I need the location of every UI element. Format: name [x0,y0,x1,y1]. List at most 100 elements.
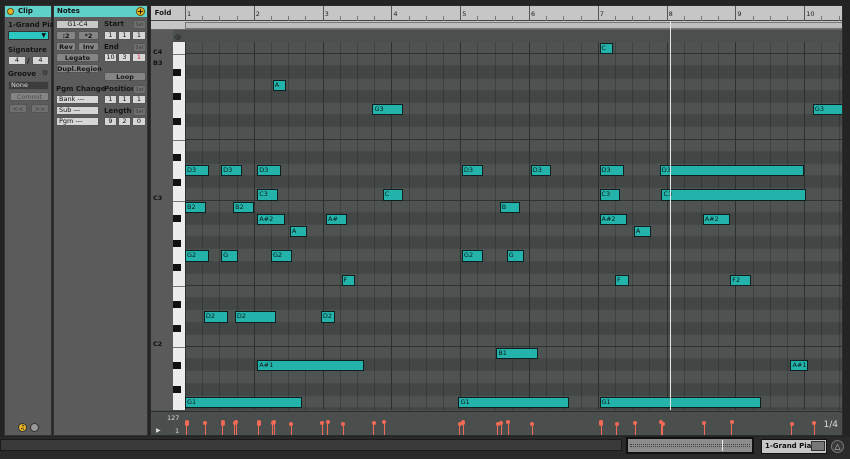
preview-headphones-icon[interactable]: ◎ [175,33,181,41]
grid-row[interactable] [185,371,842,384]
midi-note-f2[interactable]: F [615,274,629,286]
midi-note-g3[interactable]: G3 [812,104,842,116]
midi-note-g2[interactable]: G2 [185,250,210,262]
signature-denominator[interactable]: 4 [32,56,49,65]
black-key[interactable] [173,215,181,223]
velocity-handle[interactable] [506,420,511,424]
grid-row[interactable] [185,334,842,347]
velocity-handle[interactable] [203,421,208,425]
bar-number-6[interactable]: 6 [531,10,535,18]
double-time-button[interactable]: *2 [78,31,99,40]
bar-number-2[interactable]: 2 [256,10,260,18]
bar-number-4[interactable]: 4 [393,10,397,18]
velocity-stem[interactable] [507,422,509,435]
grid-row[interactable] [185,176,842,189]
grid-row[interactable] [185,322,842,335]
midi-note-d2[interactable]: D2 [203,311,228,323]
loop-button[interactable]: Loop [104,72,146,81]
velocity-handle[interactable] [660,422,665,426]
midi-note-asharp2[interactable]: A#2 [599,213,628,225]
midi-note-f2[interactable]: F [341,274,356,286]
velocity-handle[interactable] [325,420,330,424]
sub-bank-field[interactable]: Sub --- [56,106,99,115]
black-key[interactable] [173,68,181,76]
black-key[interactable] [173,154,181,162]
length-bar-field[interactable]: 9 [104,117,117,126]
black-key[interactable] [173,361,181,369]
play-icon[interactable]: ▶ [156,427,161,434]
invert-button[interactable]: Inv [78,42,99,51]
clip-activator-icon[interactable] [7,8,14,15]
beat-time-ruler[interactable]: Fold 1 2 3 4 5 6 7 8 9 10 [151,6,842,21]
end-bar-field[interactable]: 10 [104,53,117,62]
half-time-button[interactable]: :2 [56,31,76,40]
black-key[interactable] [173,239,181,247]
midi-note-asharp2[interactable]: A#2 [702,213,731,225]
start-sixteenth-field[interactable]: 1 [132,31,146,40]
grid-row[interactable] [185,237,842,250]
velocity-handle[interactable] [371,421,376,425]
duplicate-region-button[interactable]: Dupl.Region [56,64,102,73]
clip-color-dropdown[interactable]: ▼ [8,31,49,40]
velocity-handle[interactable] [729,420,734,424]
bar-number-5[interactable]: 5 [462,10,466,18]
note-grid[interactable]: C A G3 G3 D3 D3 D3 D3 D3 D3 D3 C3 C C3 C3 B2 B2 B A#2 A A# A#… [185,42,842,410]
grid-row[interactable] [185,383,842,396]
midi-note-g3[interactable]: G3 [372,104,404,116]
bar-number-8[interactable]: 8 [669,10,673,18]
grid-row[interactable] [185,42,842,55]
velocity-handle[interactable] [499,421,504,425]
midi-note-d3[interactable]: D3 [659,165,805,177]
velocity-markers[interactable] [184,412,842,435]
piano-keyboard[interactable] [173,42,185,410]
midi-note-d3[interactable]: D3 [221,165,242,177]
midi-note-d3[interactable]: D3 [185,165,210,177]
midi-note-c3[interactable]: C3 [257,189,278,201]
note-range-field[interactable]: G1-C4 [56,20,99,29]
length-sixteenth-field[interactable]: 0 [132,117,146,126]
midi-note-c3[interactable]: C3 [661,189,806,201]
midi-note-c3[interactable]: C3 [599,189,621,201]
midi-note-a2[interactable]: A [289,226,308,238]
launch-settings-icon[interactable]: ♫ [18,423,27,432]
black-key[interactable] [173,264,181,272]
midi-note-d3[interactable]: D3 [599,165,624,177]
legato-button[interactable]: Legato [56,53,99,62]
midi-note-g1[interactable]: G1 [458,396,569,408]
black-key[interactable] [173,117,181,125]
plus-icon[interactable]: + [136,7,145,16]
reverse-button[interactable]: Rev [56,42,76,51]
velocity-stem[interactable] [235,422,237,435]
start-beat-field[interactable]: 1 [118,31,131,40]
velocity-stem[interactable] [600,422,602,435]
midi-note-asharp1[interactable]: A#1 [257,360,364,372]
velocity-handle[interactable] [184,422,189,426]
grid-row[interactable] [185,115,842,128]
black-key[interactable] [173,300,181,308]
length-set-button[interactable]: Set [133,107,146,116]
midi-note-asharp1[interactable]: A#1 [790,360,808,372]
midi-note-d3[interactable]: D3 [530,165,552,177]
program-field[interactable]: Pgm --- [56,117,99,126]
end-beat-field[interactable]: 3 [118,53,131,62]
position-bar-field[interactable]: 1 [104,95,117,104]
position-sixteenth-field[interactable]: 1 [132,95,146,104]
grid-row[interactable] [185,90,842,103]
midi-note-b2[interactable]: B [499,201,521,213]
midi-note-b2[interactable]: B2 [233,201,254,213]
midi-note-c4[interactable]: C [599,43,614,55]
midi-note-f2[interactable]: F2 [730,274,751,286]
groove-chooser[interactable]: None [8,81,49,90]
bar-number-9[interactable]: 9 [737,10,741,18]
envelope-icon[interactable] [30,423,39,432]
bar-number-1[interactable]: 1 [187,10,191,18]
midi-note-a2[interactable]: A [633,226,652,238]
grid-row[interactable] [185,139,842,152]
track-triangle-icon[interactable]: △ [831,440,844,453]
start-set-button[interactable]: Set [133,20,146,29]
midi-note-g1[interactable]: G1 [185,396,302,408]
velocity-handle[interactable] [320,421,325,425]
velocity-handle[interactable] [382,420,387,424]
midi-note-a3[interactable]: A [272,79,287,91]
bar-number-10[interactable]: 10 [806,10,814,18]
